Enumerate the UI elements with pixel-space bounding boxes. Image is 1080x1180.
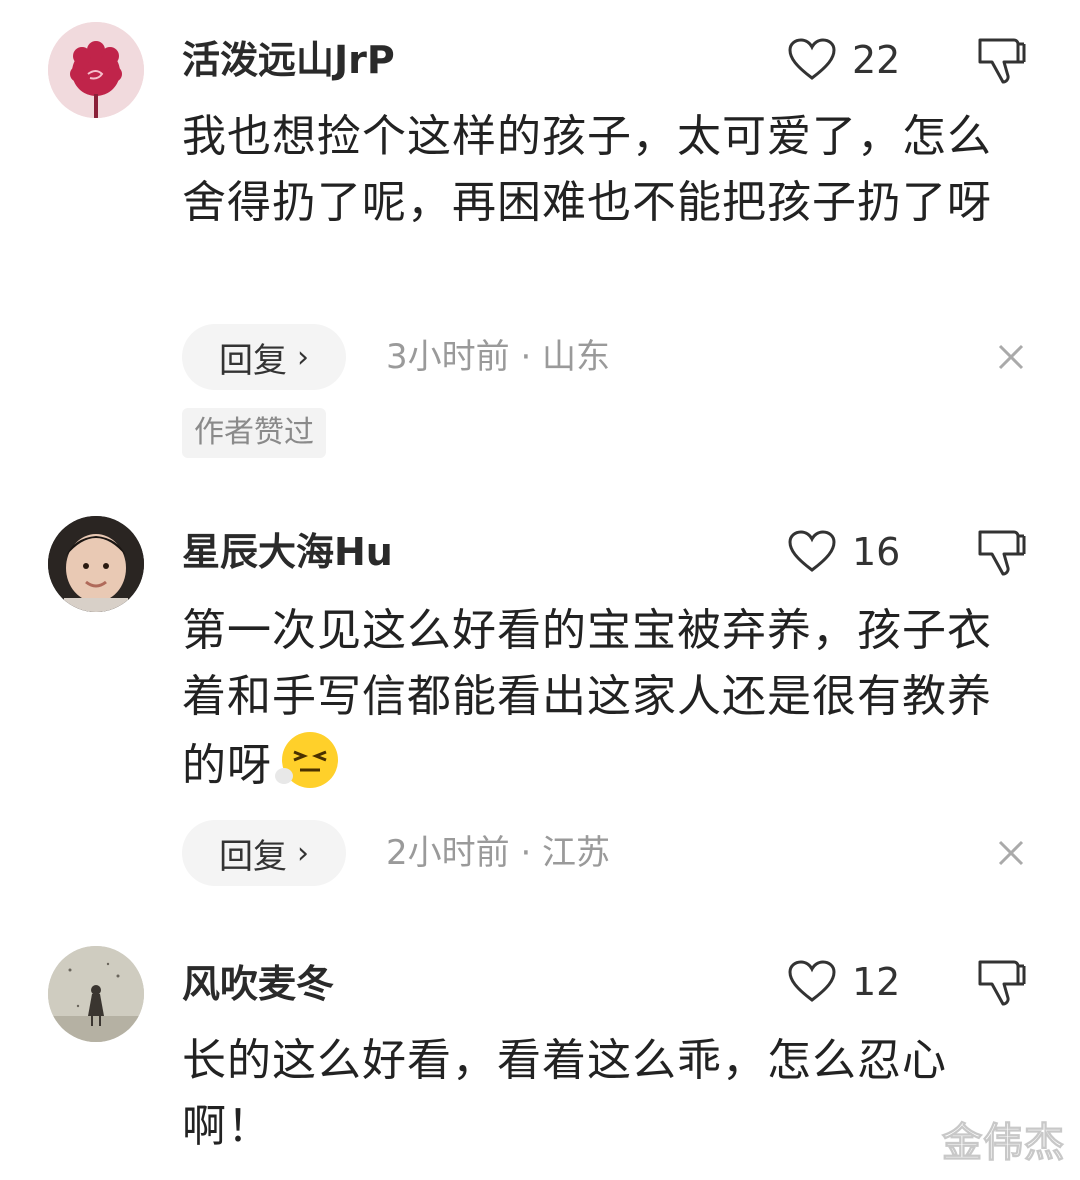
- like-button[interactable]: 22: [788, 36, 900, 84]
- heart-outline-icon: [788, 960, 836, 1002]
- like-count: 22: [852, 38, 901, 82]
- baby-photo-avatar-image: [48, 516, 144, 612]
- heart-outline-icon: [788, 38, 836, 80]
- comment-text: 我也想捡个这样的孩子，太可爱了，怎么舍得扔了呢，再困难也不能把孩子扔了呀: [182, 111, 992, 228]
- like-button[interactable]: 12: [788, 958, 900, 1006]
- close-button[interactable]: [994, 836, 1028, 870]
- reply-button[interactable]: 回复 ›: [182, 820, 346, 886]
- close-icon: [998, 840, 1024, 866]
- reply-button[interactable]: 回复 ›: [182, 324, 346, 390]
- author-liked-badge: 作者赞过: [182, 408, 326, 458]
- like-button[interactable]: 16: [788, 528, 900, 576]
- comment-text: 长的这么好看，看着这么乖，怎么忍心啊！: [182, 1035, 947, 1152]
- chevron-right-icon: ›: [297, 339, 309, 375]
- comment-meta: 3小时前 · 山东: [386, 337, 611, 377]
- thumbs-down-icon: [978, 38, 1026, 84]
- username[interactable]: 活泼远山JrP: [182, 38, 395, 82]
- squinting-face-emoji: [272, 730, 338, 790]
- avatar[interactable]: [48, 946, 144, 1042]
- thumbs-down-icon: [978, 960, 1026, 1006]
- username[interactable]: 星辰大海Hu: [182, 530, 393, 574]
- pink-flower-avatar-image: [48, 22, 144, 118]
- heart-outline-icon: [788, 530, 836, 572]
- dislike-button[interactable]: [974, 36, 1028, 86]
- username[interactable]: 风吹麦冬: [182, 962, 334, 1006]
- dislike-button[interactable]: [974, 958, 1028, 1008]
- reply-label: 回复: [219, 836, 287, 877]
- like-count: 16: [852, 530, 901, 574]
- avatar[interactable]: [48, 22, 144, 118]
- dislike-button[interactable]: [974, 528, 1028, 578]
- avatar[interactable]: [48, 516, 144, 612]
- comment-meta: 2小时前 · 江苏: [386, 833, 611, 873]
- close-button[interactable]: [994, 340, 1028, 374]
- comment-text: 第一次见这么好看的宝宝被弃养，孩子衣着和手写信都能看出这家人还是很有教养的呀: [182, 598, 1022, 799]
- reply-label: 回复: [219, 340, 287, 381]
- like-count: 12: [852, 960, 901, 1004]
- girl-silhouette-avatar-image: [48, 946, 144, 1042]
- close-icon: [998, 344, 1024, 370]
- chevron-right-icon: ›: [297, 835, 309, 871]
- watermark: 金伟杰: [942, 1120, 1065, 1167]
- thumbs-down-icon: [978, 530, 1026, 576]
